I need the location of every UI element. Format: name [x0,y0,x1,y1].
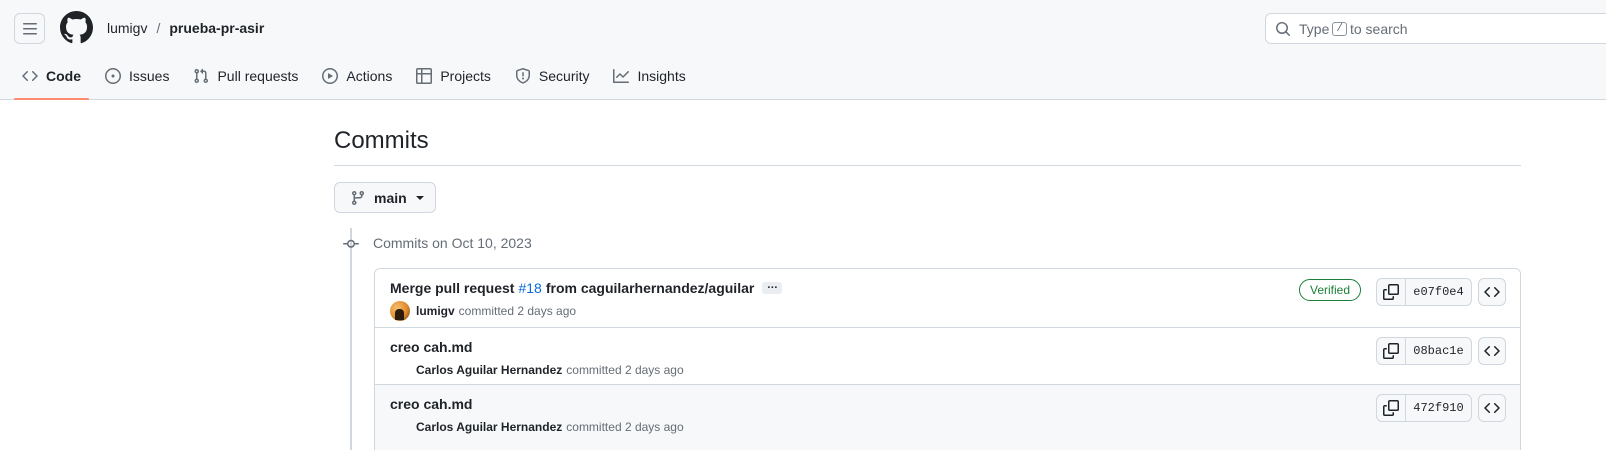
commit-time: committed 2 days ago [566,363,684,377]
branch-name: main [374,189,407,206]
commit-sha-link[interactable]: 08bac1e [1406,338,1471,364]
search-placeholder-suffix: to search [1349,20,1408,37]
commit-meta: lumigv committed 2 days ago [390,301,576,321]
code-icon [1484,402,1500,414]
commit-row: creo cah.md Carlos Aguilar Hernandez com… [375,385,1520,450]
code-icon [22,70,38,81]
git-commit-icon [343,239,359,248]
commit-message-suffix[interactable]: from caguilarhernandez/aguilar [546,280,755,296]
tab-label: Actions [346,67,393,84]
tab-label: Issues [129,67,170,84]
menu-button[interactable] [14,13,45,44]
commit-list: Merge pull request #18 from caguilarhern… [374,268,1521,450]
avatar[interactable] [390,301,410,321]
search-input[interactable]: Type / to search [1265,13,1606,44]
commit-sha-group: 472f910 [1376,394,1472,422]
repo-owner-link[interactable]: lumigv [107,20,147,36]
commit-sha-link[interactable]: e07f0e4 [1406,279,1471,305]
code-icon [1484,286,1500,298]
copy-icon [1383,284,1399,300]
repo-name-link[interactable]: prueba-pr-asir [169,20,264,36]
pull-request-link[interactable]: #18 [518,280,541,296]
browse-repo-button[interactable] [1478,337,1506,365]
tab-actions[interactable]: Actions [314,52,400,99]
search-placeholder-prefix: Type [1299,20,1330,37]
commit-author[interactable]: Carlos Aguilar Hernandez [416,363,562,377]
commit-message[interactable]: creo cah.md [390,339,472,355]
commit-meta: Carlos Aguilar Hernandez committed 2 day… [390,360,684,380]
verified-badge[interactable]: Verified [1299,279,1362,301]
commit-group-heading: Commits on Oct 10, 2023 [373,235,532,251]
browse-repo-button[interactable] [1478,394,1506,422]
tab-label: Security [538,67,590,84]
tab-projects[interactable]: Projects [408,52,499,99]
avatar-placeholder [390,360,410,380]
repo-nav-tabs: Code Issues Pull requests Actions Projec… [14,52,702,100]
tab-label: Code [46,67,81,84]
tab-label: Projects [440,67,491,84]
code-icon [1484,345,1500,357]
tab-pull-requests[interactable]: Pull requests [185,52,306,99]
commit-author[interactable]: lumigv [416,304,455,318]
commit-meta: Carlos Aguilar Hernandez committed 2 day… [390,417,684,437]
git-pull-request-icon [194,68,209,83]
title-divider [334,165,1521,166]
commit-row: creo cah.md Carlos Aguilar Hernandez com… [375,328,1520,385]
issue-opened-icon [105,67,121,84]
commit-time: committed 2 days ago [458,304,577,318]
search-icon [1276,21,1291,36]
breadcrumb-separator: / [156,20,161,36]
tab-insights[interactable]: Insights [605,52,693,99]
tab-code[interactable]: Code [14,52,89,100]
git-branch-icon [351,190,364,205]
tab-label: Pull requests [217,67,299,84]
caret-down-icon [415,195,424,200]
shield-icon [515,67,530,84]
tab-security[interactable]: Security [507,52,598,99]
search-shortcut-key: / [1332,21,1347,36]
commit-message[interactable]: creo cah.md [390,396,472,412]
copy-sha-button[interactable] [1377,395,1406,421]
copy-sha-button[interactable] [1377,338,1406,364]
commit-sha-group: 08bac1e [1376,337,1472,365]
expand-message-button[interactable]: … [762,280,783,294]
tab-issues[interactable]: Issues [97,52,177,99]
timeline-line [350,228,352,450]
branch-selector-button[interactable]: main [334,182,436,213]
copy-sha-button[interactable] [1377,279,1406,305]
commit-sha-link[interactable]: 472f910 [1406,395,1471,421]
commit-author[interactable]: Carlos Aguilar Hernandez [416,420,562,434]
app-header: lumigv / prueba-pr-asir Type / to search… [0,0,1606,100]
avatar-placeholder [390,417,410,437]
play-icon [322,67,339,84]
commit-message-prefix[interactable]: Merge pull request [390,280,514,296]
copy-icon [1383,400,1399,416]
commit-sha-group: e07f0e4 [1376,278,1472,306]
commit-time: committed 2 days ago [566,420,684,434]
browse-repo-button[interactable] [1478,278,1506,306]
github-logo-icon[interactable] [60,11,93,44]
tab-label: Insights [637,67,686,84]
commit-row: Merge pull request #18 from caguilarhern… [375,269,1520,328]
breadcrumb: lumigv / prueba-pr-asir [107,18,264,38]
commit-message[interactable]: Merge pull request #18 from caguilarhern… [390,280,783,296]
graph-icon [613,68,630,83]
hamburger-icon [22,22,37,34]
copy-icon [1383,343,1399,359]
table-icon [416,67,433,84]
page-title: Commits [334,127,429,154]
